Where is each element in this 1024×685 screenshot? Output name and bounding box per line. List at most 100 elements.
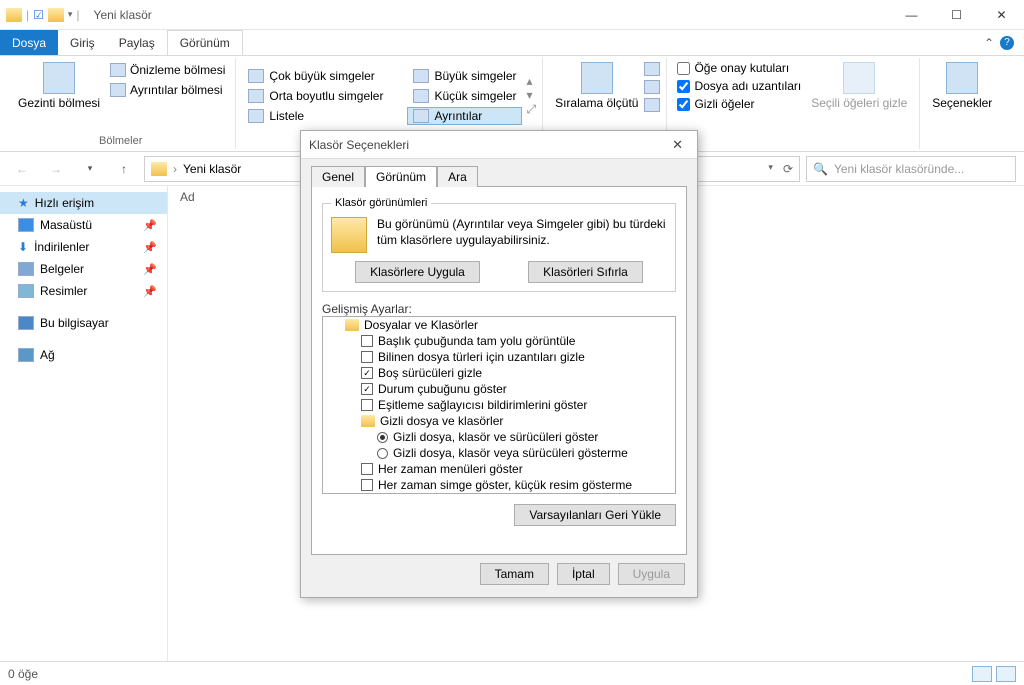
tab-share[interactable]: Paylaş xyxy=(107,30,167,55)
checkbox-icon[interactable] xyxy=(361,335,373,347)
apply-button[interactable]: Uygula xyxy=(618,563,685,585)
dialog-tab-general[interactable]: Genel xyxy=(311,166,365,187)
sidebar-item-desktop[interactable]: Masaüstü📌 xyxy=(0,214,167,236)
tree-group-hidden-files[interactable]: Gizli dosya ve klasörler xyxy=(323,413,675,429)
apply-to-folders-button[interactable]: Klasörlere Uygula xyxy=(355,261,480,283)
add-columns-icon[interactable] xyxy=(644,80,660,94)
back-button[interactable]: ← xyxy=(8,155,36,183)
navigation-pane-button[interactable]: Gezinti bölmesi xyxy=(12,58,106,114)
tree-radio-hide-hidden[interactable]: Gizli dosya, klasör veya sürücüleri göst… xyxy=(323,445,675,461)
forward-button[interactable]: → xyxy=(42,155,70,183)
status-bar: 0 öğe xyxy=(0,661,1024,685)
tree-item-always-icons[interactable]: Her zaman simge göster, küçük resim göst… xyxy=(323,477,675,493)
breadcrumb-chevron-icon[interactable]: › xyxy=(173,162,177,176)
breadcrumb-item[interactable]: Yeni klasör xyxy=(183,162,241,176)
view-thumbnails-icon[interactable] xyxy=(996,666,1016,682)
documents-icon xyxy=(18,262,34,276)
checkbox-icon[interactable]: ✓ xyxy=(361,367,373,379)
layout-small[interactable]: Küçük simgeler xyxy=(407,87,522,105)
dialog-close-button[interactable]: ✕ xyxy=(666,135,689,155)
restore-defaults-button[interactable]: Varsayılanları Geri Yükle xyxy=(514,504,676,526)
sidebar-item-network[interactable]: Ağ xyxy=(0,344,167,366)
layout-extra-large[interactable]: Çok büyük simgeler xyxy=(242,67,389,85)
view-details-icon[interactable] xyxy=(972,666,992,682)
small-icons-icon xyxy=(413,89,429,103)
maximize-button[interactable]: ☐ xyxy=(934,0,979,30)
ribbon-help[interactable]: ⌃ ? xyxy=(974,30,1024,55)
checkbox-icon[interactable] xyxy=(361,399,373,411)
tree-item-hide-empty-drives[interactable]: ✓Boş sürücüleri gizle xyxy=(323,365,675,381)
options-button[interactable]: Seçenekler xyxy=(926,58,998,114)
tree-item-always-menus[interactable]: Her zaman menüleri göster xyxy=(323,461,675,477)
tab-home[interactable]: Giriş xyxy=(58,30,107,55)
column-header-name[interactable]: Ad xyxy=(180,190,195,204)
reset-folders-button[interactable]: Klasörleri Sıfırla xyxy=(528,261,643,283)
group-label-panes: Bölmeler xyxy=(12,133,229,149)
search-placeholder: Yeni klasör klasöründe... xyxy=(834,162,964,176)
details-icon xyxy=(413,109,429,123)
checkbox-icon[interactable] xyxy=(361,351,373,363)
close-button[interactable]: ✕ xyxy=(979,0,1024,30)
address-dropdown-icon[interactable]: ▾ xyxy=(768,162,773,176)
tab-view[interactable]: Görünüm xyxy=(167,30,243,55)
tree-item-sync-provider[interactable]: Eşitleme sağlayıcısı bildirimlerini göst… xyxy=(323,397,675,413)
checkbox-icon[interactable] xyxy=(361,479,373,491)
sidebar-item-downloads[interactable]: ⬇İndirilenler📌 xyxy=(0,236,167,258)
cancel-button[interactable]: İptal xyxy=(557,563,610,585)
preview-pane-button[interactable]: Önizleme bölmesi xyxy=(106,62,229,78)
advanced-settings-tree[interactable]: Dosyalar ve Klasörler Başlık çubuğunda t… xyxy=(322,316,676,494)
search-box[interactable]: 🔍 Yeni klasör klasöründe... xyxy=(806,156,1016,182)
tree-radio-show-hidden[interactable]: Gizli dosya, klasör ve sürücüleri göster xyxy=(323,429,675,445)
network-icon xyxy=(18,348,34,362)
qat-checkbox-icon[interactable]: ☑ xyxy=(33,8,44,22)
recent-locations-button[interactable]: ▾ xyxy=(76,155,104,183)
sidebar-item-quick-access[interactable]: ★Hızlı erişim xyxy=(0,192,167,214)
ribbon-collapse-icon[interactable]: ⌃ xyxy=(984,36,994,50)
checkbox-icon[interactable] xyxy=(361,463,373,475)
dialog-tabs: Genel Görünüm Ara xyxy=(301,159,697,186)
ok-button[interactable]: Tamam xyxy=(480,563,549,585)
hide-selected-button[interactable]: Seçili öğeleri gizle xyxy=(805,58,913,114)
layout-more-icon[interactable]: ⤢ xyxy=(526,102,536,117)
radio-icon[interactable] xyxy=(377,448,388,459)
help-icon[interactable]: ? xyxy=(1000,36,1014,50)
layout-details[interactable]: Ayrıntılar xyxy=(407,107,522,125)
radio-icon[interactable] xyxy=(377,432,388,443)
sort-by-button[interactable]: Sıralama ölçütü xyxy=(549,58,644,114)
sidebar-item-this-pc[interactable]: Bu bilgisayar xyxy=(0,312,167,334)
tree-item-hide-ext[interactable]: Bilinen dosya türleri için uzantıları gi… xyxy=(323,349,675,365)
extra-large-icons-icon xyxy=(248,69,264,83)
pin-icon: 📌 xyxy=(143,241,157,254)
qat-folder-icon[interactable] xyxy=(48,8,64,22)
qat-dropdown-icon[interactable]: ▾ xyxy=(68,9,73,20)
refresh-button[interactable]: ⟳ xyxy=(783,162,793,176)
layout-scroll-down-icon[interactable]: ▾ xyxy=(526,88,536,102)
desktop-icon xyxy=(18,218,34,232)
layout-list[interactable]: Listele xyxy=(242,107,389,125)
tree-group-files-folders[interactable]: Dosyalar ve Klasörler xyxy=(323,317,675,333)
dialog-tab-search[interactable]: Ara xyxy=(437,166,478,187)
details-pane-button[interactable]: Ayrıntılar bölmesi xyxy=(106,82,229,98)
tab-file[interactable]: Dosya xyxy=(0,30,58,55)
sidebar-item-documents[interactable]: Belgeler📌 xyxy=(0,258,167,280)
pin-icon: 📌 xyxy=(143,263,157,276)
sidebar-item-pictures[interactable]: Resimler📌 xyxy=(0,280,167,302)
dialog-tab-view[interactable]: Görünüm xyxy=(365,166,437,187)
tree-item-show-statusbar[interactable]: ✓Durum çubuğunu göster xyxy=(323,381,675,397)
up-button[interactable]: ↑ xyxy=(110,155,138,183)
file-extensions-toggle[interactable]: Dosya adı uzantıları xyxy=(673,78,805,94)
window-title: Yeni klasör xyxy=(94,8,152,22)
tree-item-fullpath[interactable]: Başlık çubuğunda tam yolu görüntüle xyxy=(323,333,675,349)
hidden-items-toggle[interactable]: Gizli öğeler xyxy=(673,96,805,112)
size-columns-icon[interactable] xyxy=(644,98,660,112)
options-icon xyxy=(946,62,978,94)
layout-medium[interactable]: Orta boyutlu simgeler xyxy=(242,87,389,105)
folder-views-fieldset: Klasör görünümleri Bu görünümü (Ayrıntıl… xyxy=(322,197,676,292)
checkbox-icon[interactable]: ✓ xyxy=(361,383,373,395)
folder-options-dialog: Klasör Seçenekleri ✕ Genel Görünüm Ara K… xyxy=(300,130,698,598)
layout-large[interactable]: Büyük simgeler xyxy=(407,67,522,85)
minimize-button[interactable]: — xyxy=(889,0,934,30)
item-checkboxes-toggle[interactable]: Öğe onay kutuları xyxy=(673,60,805,76)
group-by-icon[interactable] xyxy=(644,62,660,76)
layout-scroll-up-icon[interactable]: ▴ xyxy=(526,74,536,88)
